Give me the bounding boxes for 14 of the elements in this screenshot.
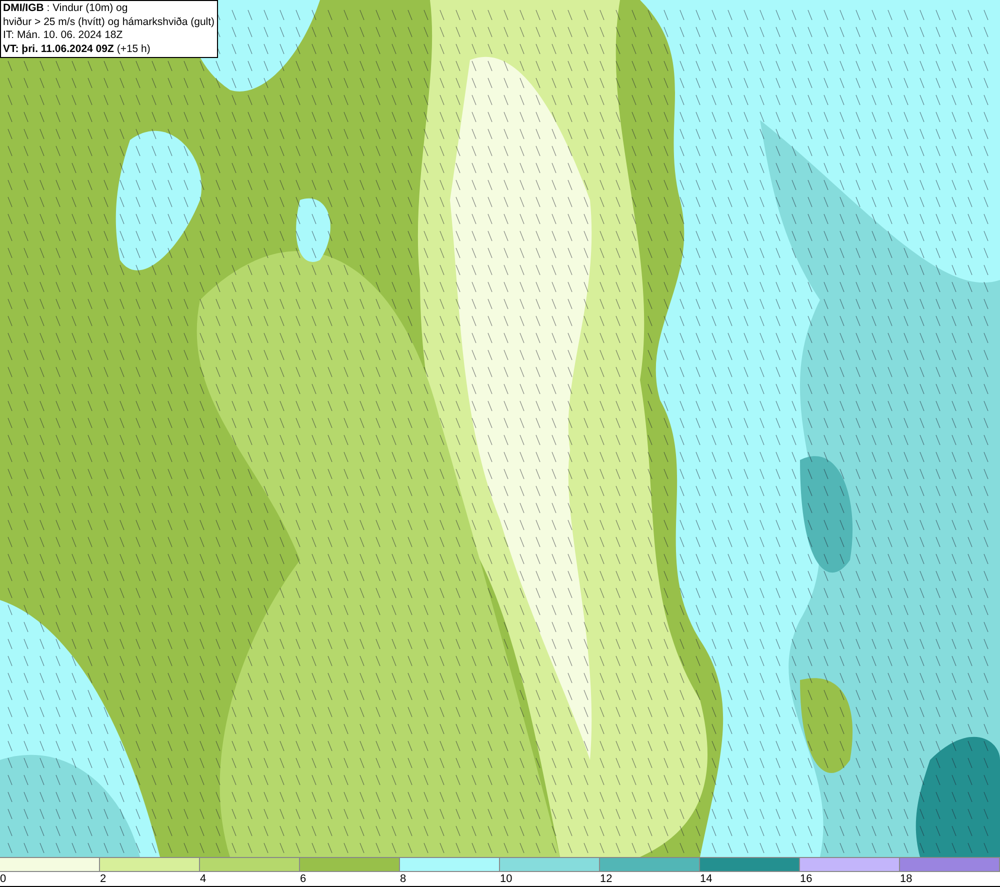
title-line: IT: Mán. 10. 06. 2024 18Z <box>3 29 124 42</box>
title-line: DMI/IGB : Vindur (10m) og <box>3 2 129 16</box>
legend-label: 12 <box>600 873 612 886</box>
legend-label: 2 <box>100 873 106 886</box>
legend-label: 16 <box>800 873 812 886</box>
title-line: VT: þri. 11.06.2024 09Z (+15 h) <box>3 42 152 56</box>
legend-label: 14 <box>700 873 712 886</box>
legend-label: 18 <box>900 873 912 886</box>
legend-label: 8 <box>400 873 406 886</box>
legend-label: 0 <box>0 873 6 886</box>
title-line: hviður > 25 m/s (hvítt) og hámarkshviða (gult) <box>3 16 215 29</box>
legend-label: 4 <box>200 873 206 886</box>
legend-label: 6 <box>300 873 306 886</box>
legend-label: 10 <box>500 873 512 886</box>
